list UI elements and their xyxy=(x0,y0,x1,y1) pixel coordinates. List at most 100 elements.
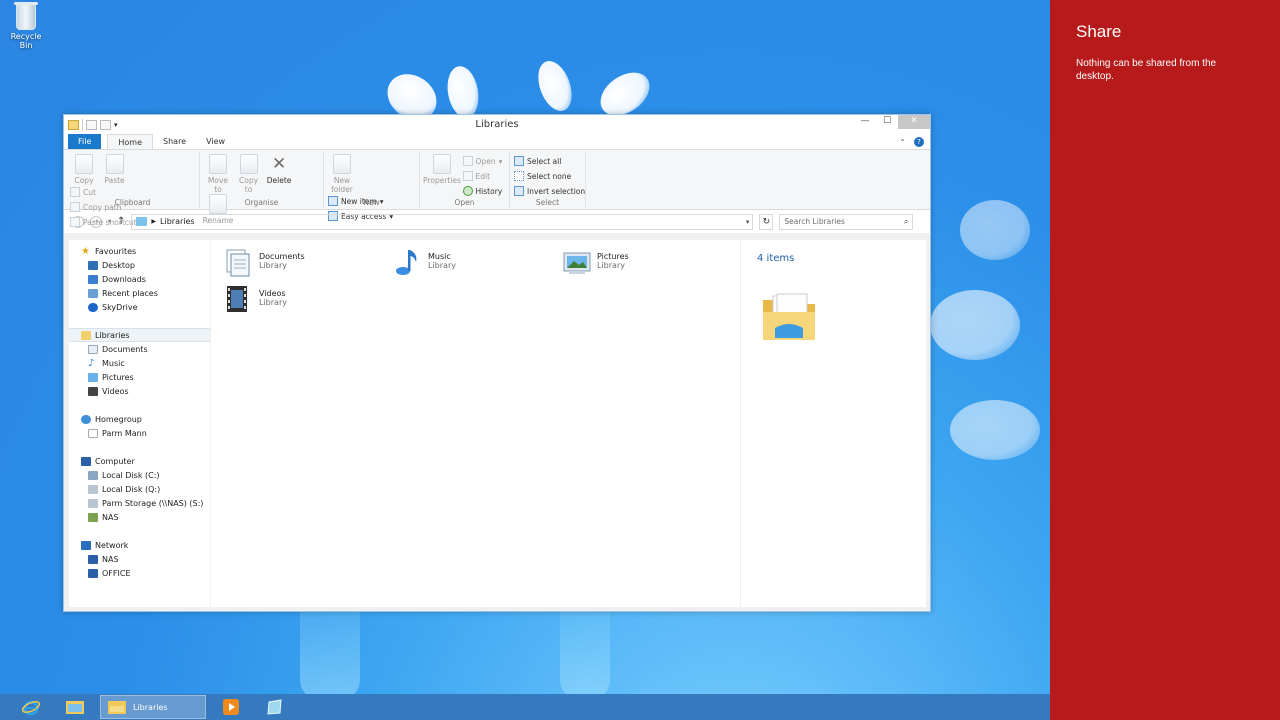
nav-videos[interactable]: Videos xyxy=(69,384,210,398)
properties-label: Properties xyxy=(423,176,461,185)
nav-label: Computer xyxy=(95,456,135,466)
recycle-bin-desktop-icon[interactable]: Recycle Bin xyxy=(4,2,48,50)
media-player-taskbar-button[interactable] xyxy=(212,695,250,719)
nav-network[interactable]: Network xyxy=(69,538,210,552)
nav-skydrive[interactable]: SkyDrive xyxy=(69,300,210,314)
cut-button[interactable]: Cut xyxy=(70,186,137,198)
address-dropdown-icon[interactable]: ▾ xyxy=(746,218,750,226)
nav-documents[interactable]: Documents xyxy=(69,342,210,356)
nav-music[interactable]: ♪ Music xyxy=(69,356,210,370)
breadcrumb-chevron-icon[interactable]: ▶ xyxy=(151,218,156,225)
nav-label: Videos xyxy=(102,386,129,396)
library-name: Pictures xyxy=(597,252,629,261)
nav-favourites[interactable]: ★ Favourites xyxy=(69,244,210,258)
ribbon-group-open: Properties Open ▾ Edit History Open xyxy=(420,152,510,208)
library-item-videos[interactable]: Videos Library xyxy=(223,283,287,315)
invert-selection-icon xyxy=(514,186,524,196)
paste-icon xyxy=(105,154,124,174)
refresh-button[interactable]: ↻ xyxy=(759,213,774,230)
nav-network-nas[interactable]: NAS xyxy=(69,552,210,566)
paste-shortcut-button[interactable]: Paste shortcut xyxy=(70,216,137,228)
nav-recent-places[interactable]: Recent places xyxy=(69,286,210,300)
delete-button[interactable]: ✕ Delete xyxy=(265,154,293,185)
delete-icon: ✕ xyxy=(271,154,287,174)
paste-button[interactable]: Paste xyxy=(101,154,129,185)
title-bar[interactable]: ▾ Libraries — ☐ ✕ xyxy=(64,115,930,135)
window-title: Libraries xyxy=(475,119,519,130)
open-icon xyxy=(462,156,473,166)
charm-message: Nothing can be shared from the desktop. xyxy=(1076,58,1217,82)
history-label: History xyxy=(475,186,503,196)
help-icon[interactable]: ? xyxy=(914,137,924,147)
item-count: 4 items xyxy=(757,253,795,264)
nav-desktop[interactable]: Desktop xyxy=(69,258,210,272)
minimize-button[interactable]: — xyxy=(854,115,876,129)
tab-share[interactable]: Share xyxy=(153,134,196,149)
network-icon xyxy=(81,540,91,550)
new-folder-label: New xyxy=(333,176,351,185)
maximize-button[interactable]: ☐ xyxy=(876,115,898,129)
nav-parm-storage[interactable]: Parm Storage (\\NAS) (S:) xyxy=(69,496,210,510)
nav-label: NAS xyxy=(102,512,119,522)
history-button[interactable]: History xyxy=(462,185,503,197)
library-item-pictures[interactable]: Pictures Library xyxy=(561,246,629,278)
paste-label: Paste xyxy=(104,176,125,185)
library-name: Music xyxy=(428,252,451,261)
search-input[interactable]: Search Libraries ⌕ xyxy=(779,213,914,230)
tab-view[interactable]: View xyxy=(196,134,235,149)
file-explorer-taskbar-button[interactable] xyxy=(56,695,94,719)
select-all-label: Select all xyxy=(527,156,562,166)
copy-to-button[interactable]: Copy to xyxy=(235,154,263,194)
libraries-taskbar-button[interactable]: Libraries xyxy=(100,695,206,719)
file-list[interactable]: Documents Library Music Library Pictures… xyxy=(211,240,926,607)
ribbon-group-clipboard: Copy Paste Cut Copy path Paste shortcut … xyxy=(66,152,200,227)
minimize-ribbon-icon[interactable]: ⌃ xyxy=(899,138,906,147)
library-type: Library xyxy=(428,261,456,270)
nav-local-disk-q[interactable]: Local Disk (Q:) xyxy=(69,482,210,496)
nav-network-office[interactable]: OFFICE xyxy=(69,566,210,580)
close-button[interactable]: ✕ xyxy=(898,115,930,129)
move-to-button[interactable]: Move to xyxy=(204,154,232,194)
group-label-new: New xyxy=(363,198,380,207)
select-all-button[interactable]: Select all xyxy=(514,155,585,167)
nav-label: Pictures xyxy=(102,372,134,382)
nav-libraries[interactable]: Libraries xyxy=(69,328,210,342)
nav-downloads[interactable]: Downloads xyxy=(69,272,210,286)
explorer-window[interactable]: ▾ Libraries — ☐ ✕ File Home Share View ⌃… xyxy=(63,114,931,612)
star-icon: ★ xyxy=(81,245,90,257)
library-item-documents[interactable]: Documents Library xyxy=(223,246,305,278)
invert-selection-button[interactable]: Invert selection xyxy=(514,185,585,197)
library-type: Library xyxy=(259,298,287,307)
nav-local-disk-c[interactable]: Local Disk (C:) xyxy=(69,468,210,482)
copy-button[interactable]: Copy xyxy=(70,154,98,185)
internet-explorer-taskbar-button[interactable] xyxy=(12,695,50,719)
breadcrumb-libraries[interactable]: Libraries xyxy=(160,217,195,226)
navigation-pane[interactable]: ★ Favourites Desktop Downloads Recent pla… xyxy=(69,240,211,607)
nav-homegroup[interactable]: Homegroup xyxy=(69,412,210,426)
user-icon xyxy=(88,428,98,438)
nav-label: OFFICE xyxy=(102,568,131,578)
recent-places-icon xyxy=(88,288,98,298)
nav-parm-mann[interactable]: Parm Mann xyxy=(69,426,210,440)
tab-file[interactable]: File xyxy=(68,134,102,149)
nav-label: Local Disk (Q:) xyxy=(102,484,161,494)
app-taskbar-button[interactable] xyxy=(256,695,294,719)
select-none-button[interactable]: Select none xyxy=(514,170,585,182)
tab-home[interactable]: Home xyxy=(107,134,154,149)
flower-petal xyxy=(532,56,578,116)
nav-nas-drive[interactable]: NAS xyxy=(69,510,210,524)
open-button[interactable]: Open ▾ xyxy=(462,155,502,167)
music-library-icon xyxy=(392,246,424,278)
drive-icon xyxy=(88,470,98,480)
nav-label: Libraries xyxy=(95,330,130,340)
new-folder-button[interactable]: New folder xyxy=(328,154,356,194)
edit-button[interactable]: Edit xyxy=(462,170,503,182)
nav-computer[interactable]: Computer xyxy=(69,454,210,468)
details-pane: 4 items xyxy=(740,240,926,607)
computer-icon xyxy=(81,456,91,466)
library-item-music[interactable]: Music Library xyxy=(392,246,456,278)
properties-button[interactable]: Properties xyxy=(423,154,461,185)
nav-pictures[interactable]: Pictures xyxy=(69,370,210,384)
ribbon: Copy Paste Cut Copy path Paste shortcut … xyxy=(64,150,930,227)
address-bar[interactable]: ▶ Libraries ▾ xyxy=(131,213,754,230)
